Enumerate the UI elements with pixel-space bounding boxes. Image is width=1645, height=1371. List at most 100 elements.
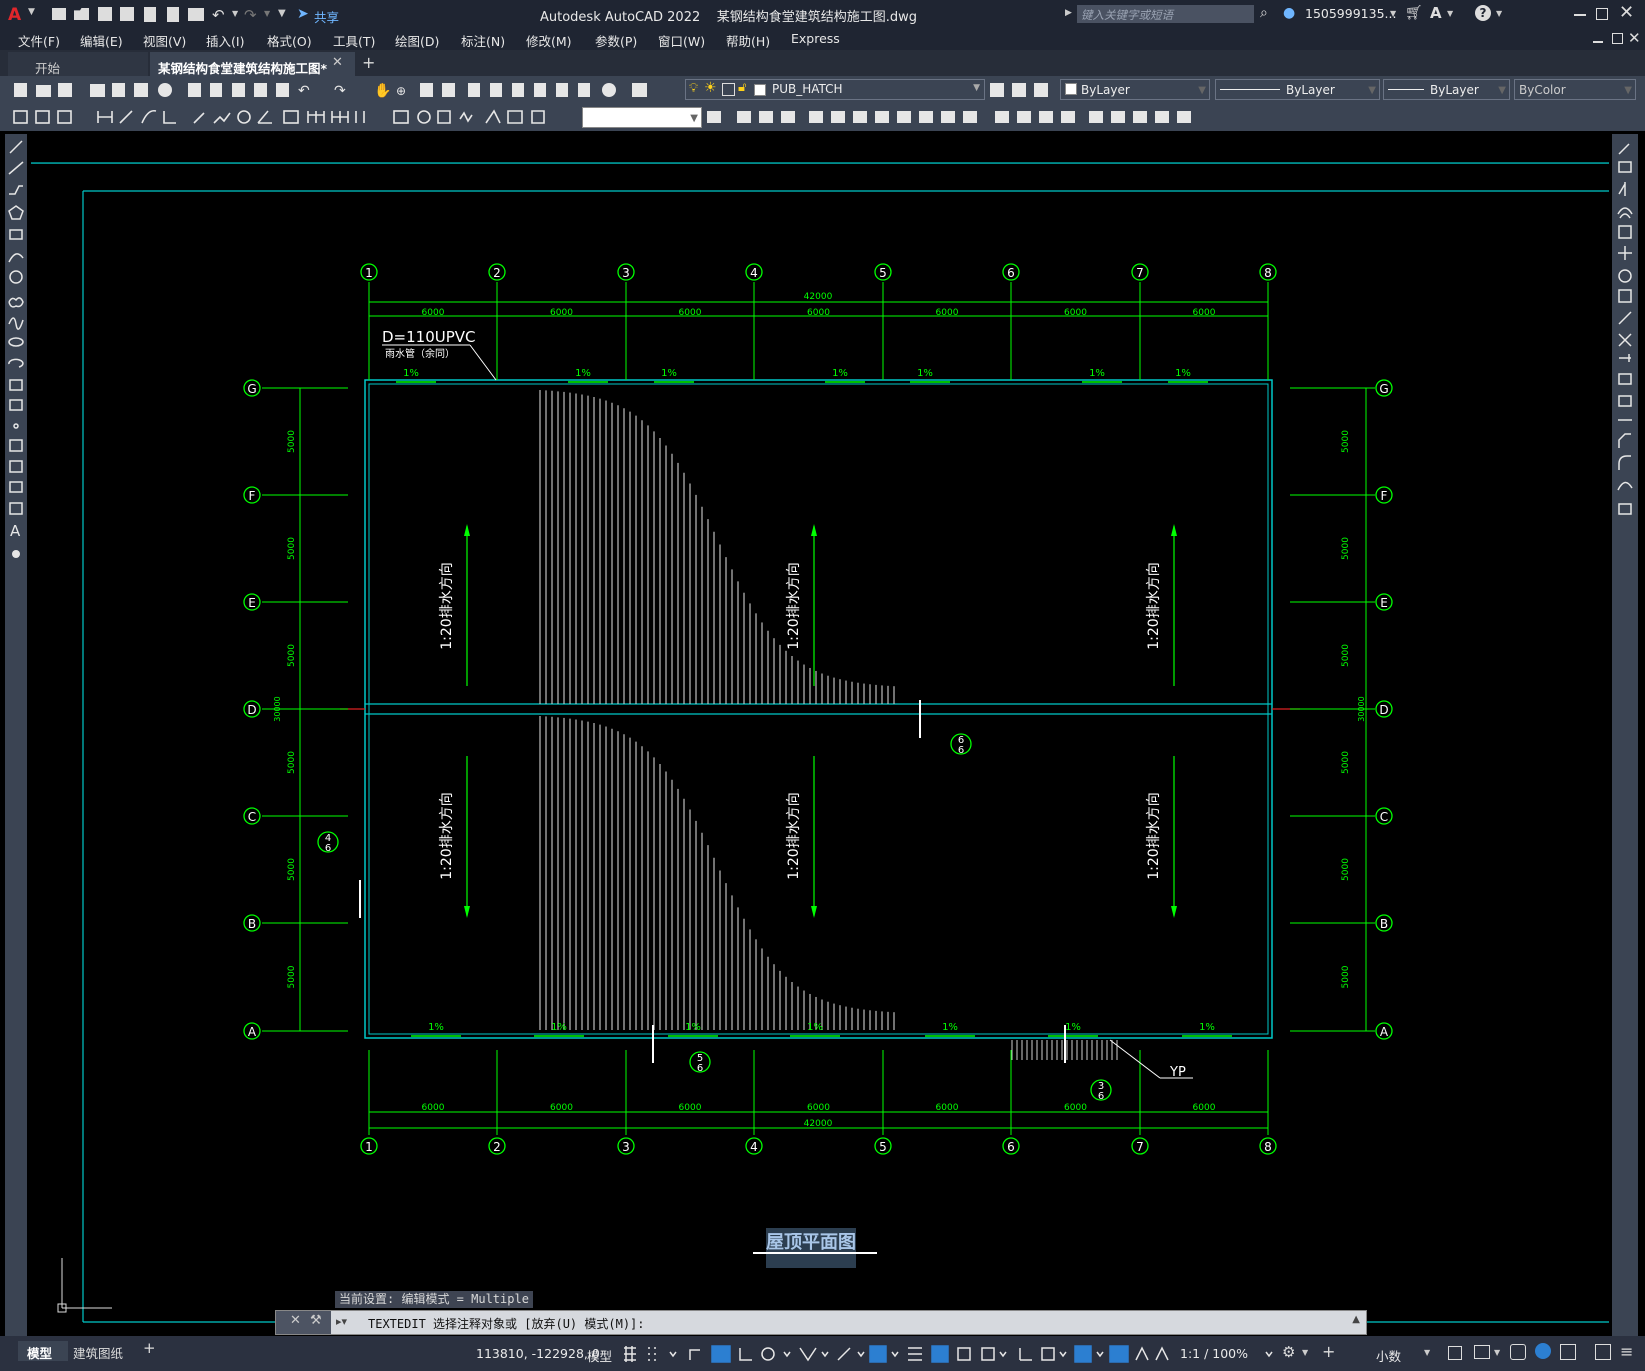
doc-close-icon[interactable]: ✕	[1628, 29, 1641, 47]
jog-line-icon	[459, 111, 473, 123]
status-menu-icon[interactable]: ≡	[1620, 1342, 1633, 1361]
top-span-dim-label: 6000	[422, 308, 445, 318]
copy-object-icon	[759, 111, 773, 123]
cart-icon[interactable]: 🛒︎	[1405, 5, 1423, 21]
lineweight-icon	[908, 1347, 922, 1361]
menu-window[interactable]: 窗口(W)	[658, 31, 705, 50]
publish-icon[interactable]	[144, 7, 156, 22]
menu-insert[interactable]: 插入(I)	[206, 31, 244, 50]
annotation-scale[interactable]: 1:1 / 100%	[1180, 1346, 1248, 1361]
user-icon[interactable]: ●	[1283, 5, 1297, 21]
gradient-icon	[9, 460, 23, 473]
diameter-dim-icon	[237, 110, 251, 124]
menu-express[interactable]: Express	[791, 31, 840, 46]
units-dropdown-icon[interactable]: ▼	[1424, 1348, 1430, 1357]
isolate-objects-icon[interactable]	[1510, 1344, 1526, 1360]
help-icon[interactable]: ?	[1475, 5, 1491, 21]
menu-format[interactable]: 格式(O)	[267, 31, 312, 50]
annotation-monitor-icon[interactable]: +	[1322, 1342, 1335, 1361]
workspace-dropdown-icon[interactable]: ▼	[1302, 1348, 1308, 1357]
command-close-icon[interactable]: ✕	[290, 1313, 301, 1328]
menu-modify[interactable]: 修改(M)	[526, 31, 572, 50]
left-bay-dim-label: 5000	[287, 430, 297, 453]
doc-restore-icon[interactable]	[1612, 33, 1623, 44]
a360-dropdown-icon[interactable]: ▼	[1447, 9, 1453, 18]
command-customize-icon[interactable]: ⚒	[310, 1313, 322, 1328]
linear-dim-icon	[97, 111, 113, 123]
menu-help[interactable]: 帮助(H)	[726, 31, 770, 50]
menu-dimension[interactable]: 标注(N)	[461, 31, 505, 50]
search-icon[interactable]: ⌕	[1260, 5, 1268, 21]
menu-file[interactable]: 文件(F)	[18, 31, 60, 50]
save-icon[interactable]	[98, 7, 112, 21]
search-expand-icon[interactable]: ▶	[1065, 8, 1072, 18]
workspace-gear-icon[interactable]: ⚙	[1282, 1343, 1295, 1361]
command-prompt[interactable]: TEXTEDIT 选择注释对象或 [放弃(U) 模式(M)]:	[368, 1315, 645, 1332]
tab-start[interactable]: 开始	[8, 52, 148, 76]
undo-dropdown-icon[interactable]: ▼	[232, 9, 238, 18]
units-value[interactable]: 小数	[1376, 1346, 1401, 1365]
standard-toolbar-icons: ↶ ↷ ✋ ⊕	[14, 82, 647, 99]
new-tab-button[interactable]: +	[362, 53, 375, 72]
autocad-logo-icon[interactable]: A	[8, 5, 24, 25]
help-dropdown-icon[interactable]: ▼	[1496, 9, 1502, 18]
import-icon[interactable]	[167, 7, 179, 22]
close-icon[interactable]: ✕	[1619, 2, 1634, 23]
tab-model[interactable]: 模型	[18, 1341, 68, 1361]
tab-drawing[interactable]: 某钢结构食堂建筑结构施工图* ✕	[150, 52, 355, 76]
zoom-realtime-icon: ⊕	[396, 84, 406, 98]
share-label[interactable]: 共享	[314, 7, 339, 26]
hardware-acceleration-icon[interactable]	[1535, 1343, 1551, 1359]
spline-icon	[8, 317, 24, 330]
save-as-icon[interactable]	[120, 7, 134, 21]
tab-layout-label[interactable]: 建筑图纸	[73, 1343, 123, 1362]
menu-draw[interactable]: 绘图(D)	[395, 31, 439, 50]
stretch-side-icon	[1618, 311, 1632, 325]
lock-dropdown-icon[interactable]: ▼	[1494, 1348, 1500, 1357]
user-name[interactable]: 1505999135...	[1305, 6, 1396, 21]
color-control[interactable]: ByLayer ▼	[1060, 79, 1210, 100]
print-icon[interactable]	[188, 8, 204, 21]
layer-on-icon: 💡︎	[689, 81, 699, 96]
plotstyle-control[interactable]: ByColor ▼	[1514, 79, 1636, 100]
layer-control[interactable]: 💡︎ ☀ 🔓︎ PUB_HATCH ▼	[685, 79, 985, 100]
menu-view[interactable]: 视图(V)	[143, 31, 186, 50]
lineweight-control[interactable]: ByLayer ▼	[1383, 79, 1510, 100]
minimize-icon[interactable]	[1574, 14, 1586, 16]
command-prompt-icon[interactable]: ▸▾	[336, 1315, 347, 1328]
command-grip[interactable]: ✕ ⚒	[276, 1311, 331, 1334]
tab-close-icon[interactable]: ✕	[332, 55, 343, 70]
customize-status-icon[interactable]	[1595, 1344, 1611, 1360]
drain-arrow-head	[811, 524, 817, 536]
drawing-canvas[interactable]: 42000 42000 1 1 6000 6000 2 2 6000 6000 3 3 6000 6000…	[31, 134, 1609, 1336]
redo-dropdown-icon[interactable]: ▼	[264, 9, 270, 18]
new-file-icon[interactable]	[52, 8, 66, 20]
open-file-icon[interactable]	[74, 8, 89, 20]
building-outline-inner	[368, 383, 1269, 1035]
menu-parametric[interactable]: 参数(P)	[595, 31, 637, 50]
customize-dropdown-icon[interactable]: ▼	[278, 8, 286, 19]
share-icon[interactable]: ➤	[297, 6, 309, 22]
maximize-icon[interactable]	[1596, 8, 1608, 20]
command-line[interactable]: ✕ ⚒ ▸▾ TEXTEDIT 选择注释对象或 [放弃(U) 模式(M)]: ▲	[275, 1310, 1367, 1335]
menu-tools[interactable]: 工具(T)	[333, 31, 375, 50]
dim-style-control[interactable]: ▼	[582, 107, 702, 128]
command-expand-icon[interactable]: ▲	[1352, 1314, 1360, 1325]
top-span-dim-label: 6000	[1064, 308, 1087, 318]
redo-icon[interactable]: ↷	[244, 6, 257, 24]
user-dropdown-icon[interactable]: ▼	[1390, 9, 1396, 18]
linetype-control[interactable]: ByLayer ▼	[1215, 79, 1380, 100]
model-space-toggle[interactable]: 模型	[587, 1346, 612, 1365]
add-layout-button[interactable]: +	[143, 1339, 156, 1357]
quick-properties-icon[interactable]	[1448, 1346, 1462, 1360]
menu-edit[interactable]: 编辑(E)	[80, 31, 123, 50]
lock-ui-icon[interactable]	[1474, 1345, 1490, 1359]
search-input[interactable]: 键入关键字或短语	[1077, 5, 1254, 23]
roof-plan-drawing[interactable]: 42000 42000 1 1 6000 6000 2 2 6000 6000 3 3 6000 6000…	[31, 134, 1609, 1336]
clean-screen-icon[interactable]	[1560, 1344, 1576, 1360]
doc-minimize-icon[interactable]	[1593, 41, 1603, 43]
autodesk-a360-icon[interactable]: A	[1430, 4, 1442, 22]
app-menu-chevron-icon[interactable]: ▼	[28, 7, 35, 17]
coordinates[interactable]: 113810, -122928, 0	[476, 1346, 600, 1361]
undo-icon[interactable]: ↶	[212, 6, 225, 24]
